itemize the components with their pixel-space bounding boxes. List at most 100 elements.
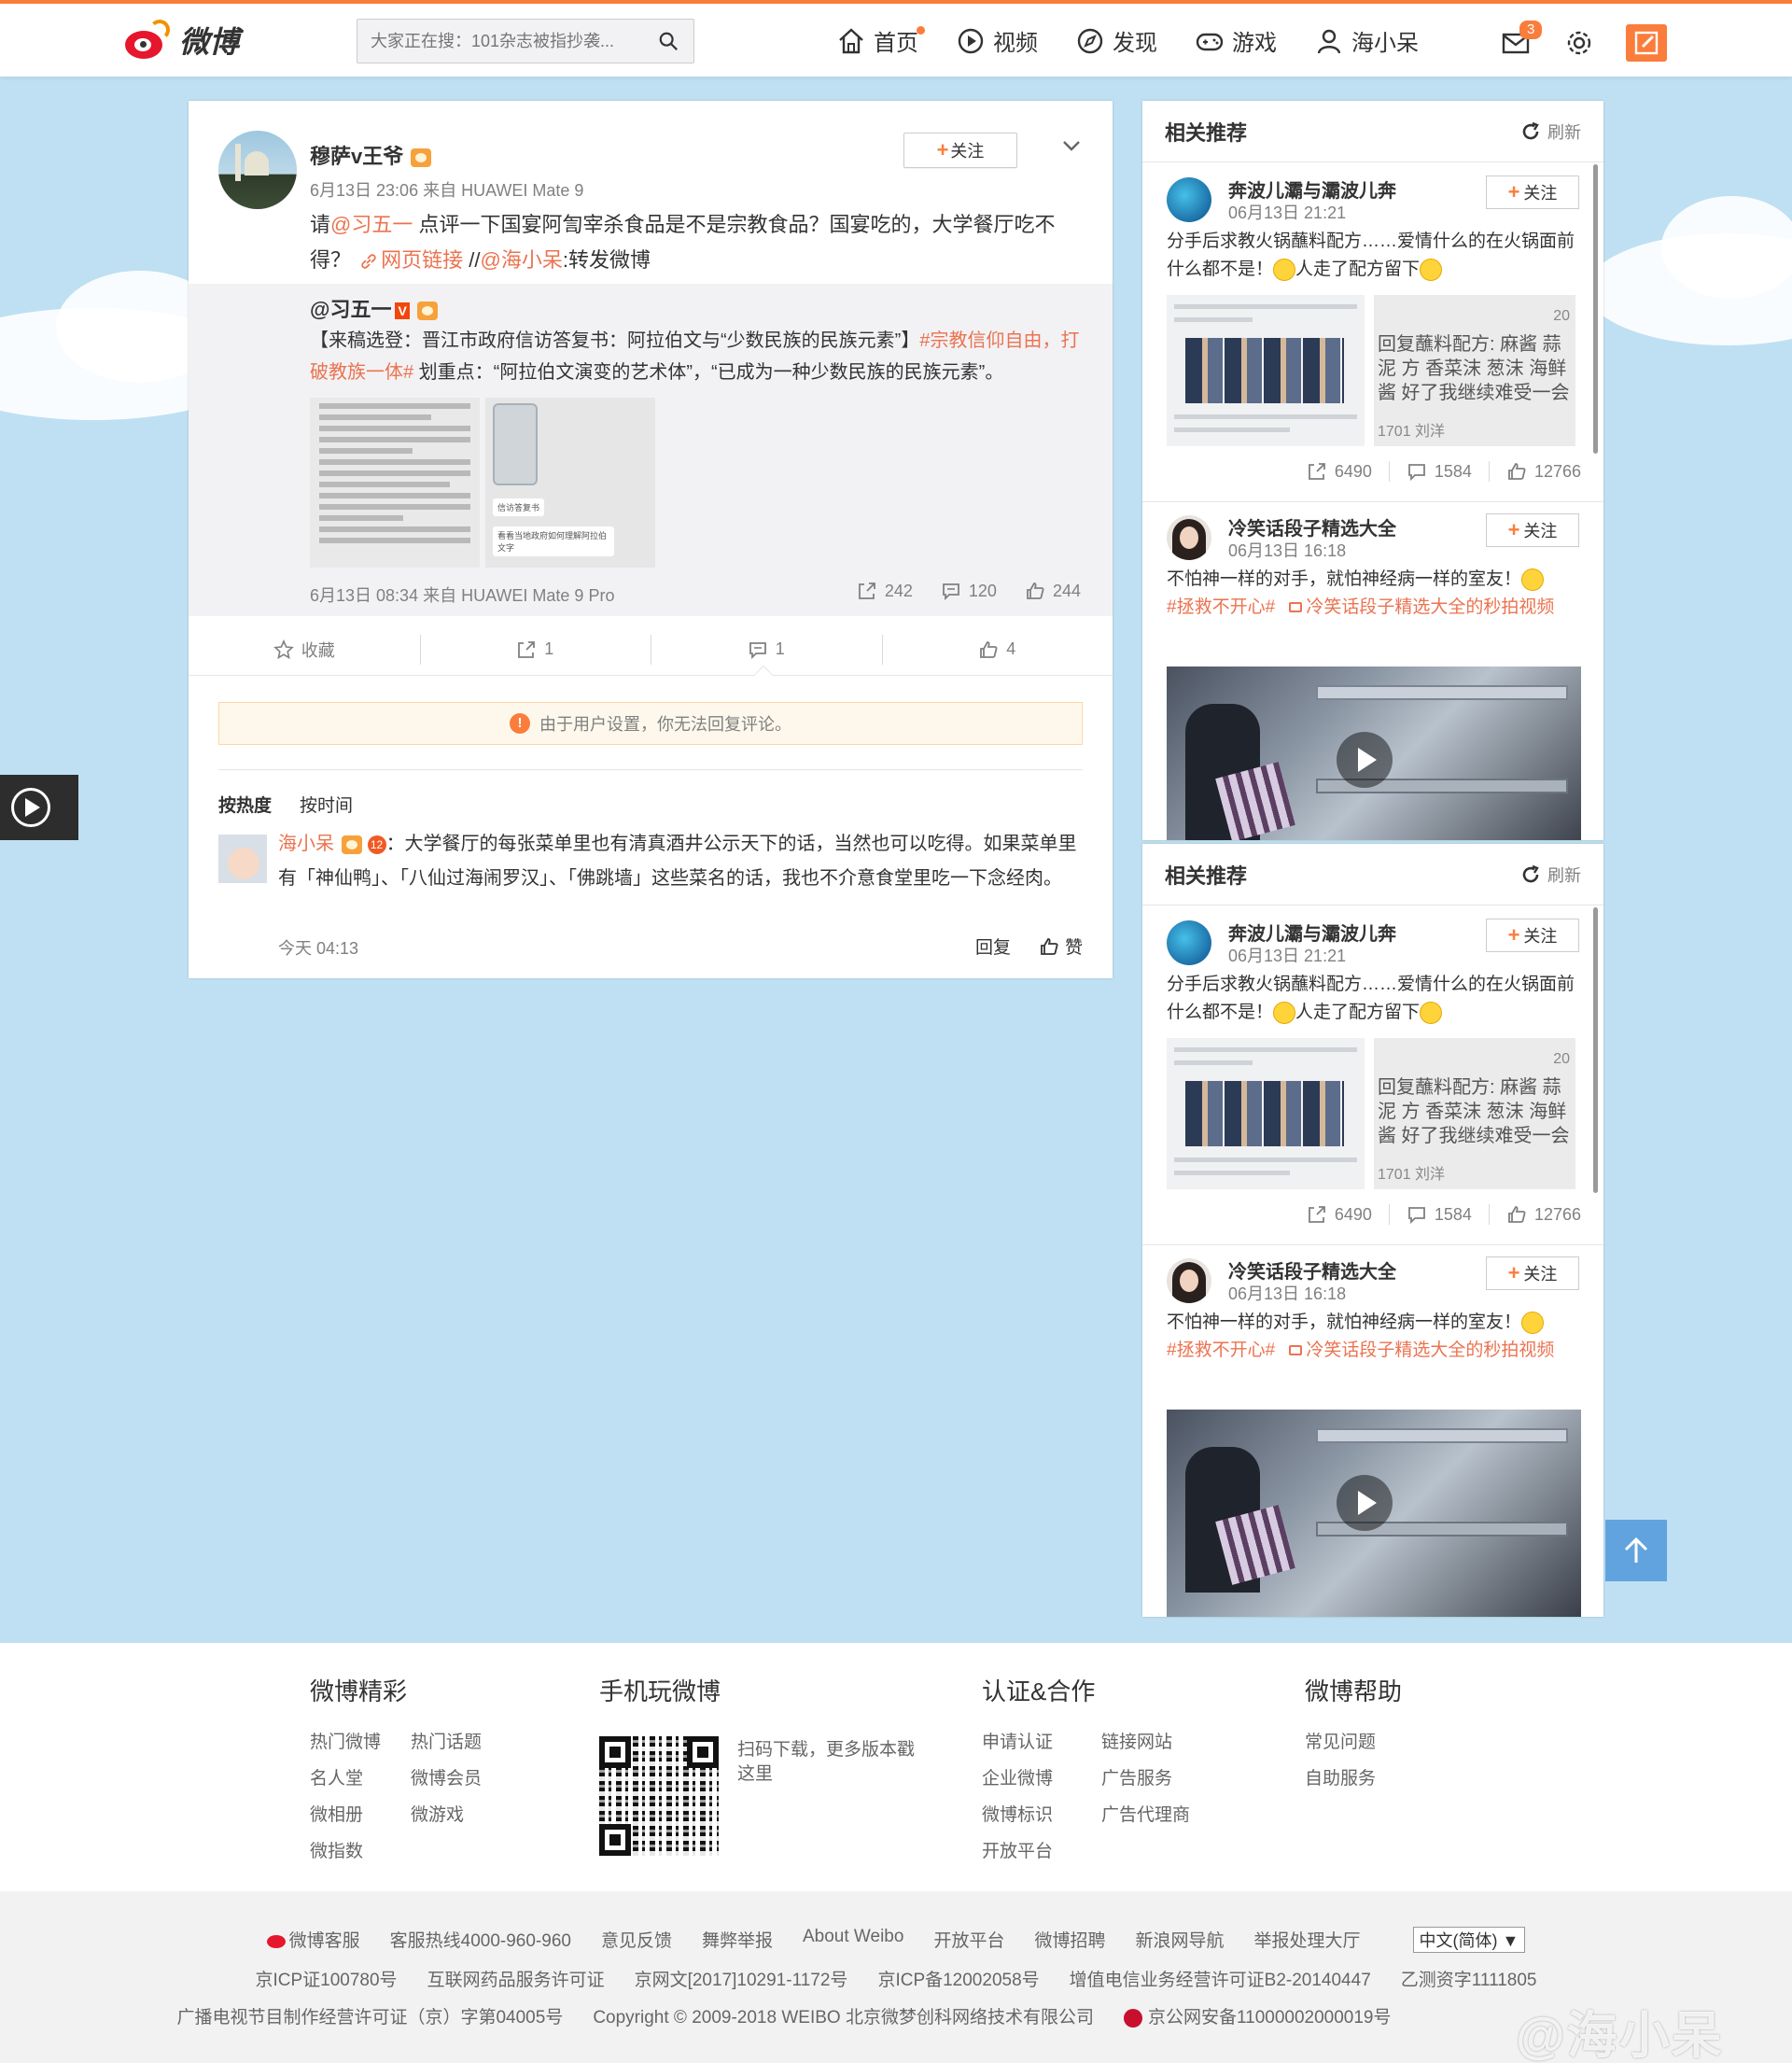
recommend-image-1[interactable] bbox=[1167, 1038, 1365, 1189]
mention-link[interactable]: @习五一 bbox=[330, 213, 413, 236]
post-author-name[interactable]: 穆萨v王爷 bbox=[310, 140, 432, 170]
footer-link[interactable]: 新浪网导航 bbox=[1135, 1927, 1224, 1953]
download-hint[interactable]: 扫码下载，更多版本戳这里 bbox=[737, 1738, 924, 1787]
mention-link[interactable]: @海小呆 bbox=[480, 248, 562, 272]
recommend-like[interactable]: 12766 bbox=[1488, 1204, 1581, 1225]
footer-link[interactable]: 微博会员 bbox=[411, 1764, 482, 1789]
footer-link[interactable]: 微游戏 bbox=[411, 1801, 482, 1826]
license-link[interactable]: 互联网药品服务许可证 bbox=[427, 1966, 605, 1991]
recommend-image-2[interactable]: 20 回复蘸料配方: 麻酱 蒜泥 方 香菜沫 葱沫 海鲜酱 好了我继续难受一会 17… bbox=[1374, 295, 1575, 446]
nav-home[interactable]: 首页 bbox=[836, 24, 925, 57]
reply-button[interactable]: 回复 bbox=[975, 933, 1011, 959]
recommend-follow-button[interactable]: + 关注 bbox=[1486, 513, 1579, 547]
like-button[interactable]: 4 bbox=[881, 624, 1113, 675]
messages-button[interactable]: 3 bbox=[1501, 21, 1543, 63]
recommend-comment[interactable]: 1584 bbox=[1388, 461, 1472, 482]
nav-discover[interactable]: 发现 bbox=[1075, 24, 1157, 57]
floating-video-button[interactable] bbox=[0, 775, 78, 840]
recommend-repost[interactable]: 6490 bbox=[1290, 1204, 1372, 1225]
license-link[interactable]: 京ICP备12002058号 bbox=[877, 1966, 1039, 1991]
follow-button[interactable]: + 关注 bbox=[903, 133, 1017, 168]
refresh-button[interactable]: 刷新 bbox=[1519, 119, 1581, 144]
recommend-comment[interactable]: 1584 bbox=[1388, 1204, 1472, 1225]
footer-link[interactable]: 微博招聘 bbox=[1034, 1927, 1105, 1953]
video-thumbnail[interactable] bbox=[1167, 667, 1581, 840]
nav-game[interactable]: 游戏 bbox=[1195, 24, 1277, 57]
footer-link[interactable]: 微博客服 bbox=[266, 1927, 360, 1953]
footer-link[interactable]: 申请认证 bbox=[982, 1728, 1053, 1753]
recommend-like[interactable]: 12766 bbox=[1488, 461, 1581, 482]
footer-link[interactable]: 广告代理商 bbox=[1101, 1801, 1190, 1826]
nav-profile[interactable]: 海小呆 bbox=[1314, 24, 1419, 57]
topic-link[interactable]: #拯救不开心# bbox=[1167, 1340, 1275, 1360]
video-thumbnail[interactable] bbox=[1167, 1410, 1581, 1617]
language-select[interactable]: 中文(简体) ▼ bbox=[1412, 1927, 1526, 1953]
video-link[interactable]: 冷笑话段子精选大全的秒拍视频 bbox=[1280, 1340, 1554, 1360]
recommend-name[interactable]: 奔波儿灞与灞波儿奔 bbox=[1228, 919, 1396, 946]
recommend-follow-button[interactable]: + 关注 bbox=[1486, 175, 1579, 209]
commenter-avatar[interactable] bbox=[218, 835, 267, 883]
license-link[interactable]: 京网文[2017]10291-1172号 bbox=[635, 1966, 848, 1991]
footer-link[interactable]: 意见反馈 bbox=[601, 1927, 672, 1953]
recommend-follow-button[interactable]: + 关注 bbox=[1486, 919, 1579, 952]
recommend-avatar[interactable] bbox=[1167, 1258, 1211, 1303]
refresh-button[interactable]: 刷新 bbox=[1519, 863, 1581, 887]
footer-link[interactable]: 舞弊举报 bbox=[702, 1927, 773, 1953]
repost-author[interactable]: @习五一 V bbox=[310, 293, 438, 323]
footer-link[interactable]: About Weibo bbox=[803, 1927, 903, 1953]
compose-button[interactable] bbox=[1626, 24, 1667, 62]
footer-link[interactable]: 自助服务 bbox=[1305, 1764, 1402, 1789]
recommend-image-1[interactable] bbox=[1167, 295, 1365, 446]
back-to-top-button[interactable] bbox=[1605, 1520, 1667, 1581]
post-author-avatar[interactable] bbox=[218, 131, 297, 209]
footer-link[interactable]: 微博标识 bbox=[982, 1801, 1053, 1826]
recommend-name[interactable]: 奔波儿灞与灞波儿奔 bbox=[1228, 175, 1396, 203]
footer-link[interactable]: 名人堂 bbox=[310, 1764, 381, 1789]
footer-link[interactable]: 微指数 bbox=[310, 1837, 381, 1862]
footer-link[interactable]: 开放平台 bbox=[933, 1927, 1004, 1953]
repost-count[interactable]: 242 bbox=[857, 581, 913, 601]
footer-link[interactable]: 客服热线4000-960-960 bbox=[390, 1927, 571, 1953]
commenter-name[interactable]: 海小呆 bbox=[278, 834, 334, 854]
recommend-avatar[interactable] bbox=[1167, 515, 1211, 560]
search-input[interactable] bbox=[357, 20, 637, 63]
nav-video[interactable]: 视频 bbox=[956, 24, 1038, 57]
footer-link[interactable]: 广告服务 bbox=[1101, 1764, 1190, 1789]
web-link[interactable]: 网页链接 bbox=[357, 248, 463, 272]
like-count[interactable]: 244 bbox=[1025, 581, 1081, 601]
recommend-follow-button[interactable]: + 关注 bbox=[1486, 1256, 1579, 1290]
license-link[interactable]: 广播电视节目制作经营许可证（京）字第04005号 bbox=[176, 2003, 563, 2028]
license-link[interactable]: 增值电信业务经营许可证B2-20140447 bbox=[1070, 1966, 1371, 1991]
footer-link[interactable]: 链接网站 bbox=[1101, 1728, 1190, 1753]
footer-link[interactable]: 举报处理大厅 bbox=[1254, 1927, 1361, 1953]
recommend-name[interactable]: 冷笑话段子精选大全 bbox=[1228, 1256, 1396, 1284]
sort-by-time[interactable]: 按时间 bbox=[300, 792, 353, 817]
chevron-down-icon[interactable] bbox=[1060, 134, 1083, 157]
recommend-avatar[interactable] bbox=[1167, 920, 1211, 965]
license-link[interactable]: 乙测资字1111805 bbox=[1401, 1966, 1537, 1991]
comment-like-button[interactable]: 赞 bbox=[1039, 933, 1083, 959]
police-record-link[interactable]: 京公网安备11000002000019号 bbox=[1123, 2003, 1392, 2028]
repost-button[interactable]: 1 bbox=[419, 624, 651, 675]
recommend-repost[interactable]: 6490 bbox=[1290, 461, 1372, 482]
footer-link[interactable]: 常见问题 bbox=[1305, 1728, 1402, 1753]
sort-by-hot[interactable]: 按热度 bbox=[218, 792, 272, 817]
footer-link[interactable]: 微相册 bbox=[310, 1801, 381, 1826]
settings-button[interactable] bbox=[1564, 28, 1594, 63]
favorite-button[interactable]: 收藏 bbox=[189, 624, 420, 675]
recommend-avatar[interactable] bbox=[1167, 177, 1211, 222]
topic-link[interactable]: #拯救不开心# bbox=[1167, 597, 1275, 617]
video-link[interactable]: 冷笑话段子精选大全的秒拍视频 bbox=[1280, 597, 1554, 617]
qr-code-icon[interactable] bbox=[599, 1736, 719, 1856]
footer-link[interactable]: 开放平台 bbox=[982, 1837, 1053, 1862]
license-link[interactable]: 京ICP证100780号 bbox=[255, 1966, 397, 1991]
comment-count[interactable]: 120 bbox=[941, 581, 997, 601]
play-icon[interactable] bbox=[1337, 1475, 1393, 1531]
footer-link[interactable]: 热门微博 bbox=[310, 1728, 381, 1753]
repost-image-1[interactable] bbox=[310, 398, 480, 568]
recommend-image-2[interactable]: 20 回复蘸料配方: 麻酱 蒜泥 方 香菜沫 葱沫 海鲜酱 好了我继续难受一会 17… bbox=[1374, 1038, 1575, 1189]
footer-link[interactable]: 企业微博 bbox=[982, 1764, 1053, 1789]
repost-image-2[interactable]: 信访答复书 看看当地政府如何理解阿拉伯文字 bbox=[485, 398, 655, 568]
search-icon[interactable] bbox=[658, 31, 679, 51]
weibo-logo[interactable]: 微博 bbox=[123, 19, 239, 62]
